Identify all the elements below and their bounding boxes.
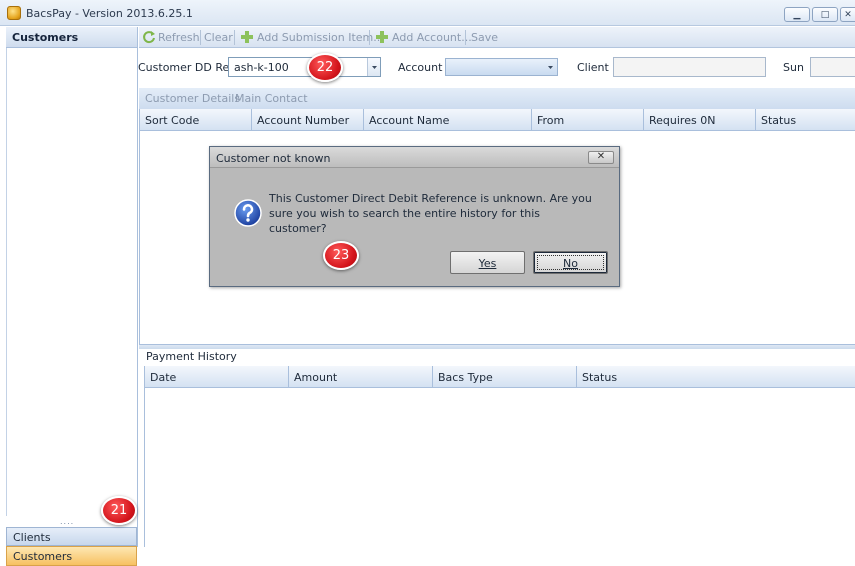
save-button[interactable]: Save (471, 31, 498, 44)
close-icon: ✕ (844, 9, 852, 20)
maximize-icon: □ (820, 9, 830, 20)
yes-button-label: Yes (478, 257, 497, 270)
column-header-status[interactable]: Status (577, 366, 855, 388)
add-submission-button[interactable]: Add Submission Item... (257, 31, 384, 44)
client-label: Client (577, 61, 609, 74)
dd-ref-dropdown-button[interactable] (367, 58, 380, 76)
yes-button[interactable]: Yes (450, 251, 525, 274)
maximize-button[interactable]: □ (812, 7, 838, 22)
callout-23: 23 (323, 241, 359, 270)
account-dropdown-button[interactable] (544, 59, 557, 75)
column-header-bacs-type[interactable]: Bacs Type (433, 366, 577, 388)
column-header-sort-code[interactable]: Sort Code (140, 109, 252, 131)
add-submission-icon (241, 31, 253, 43)
tab-main-contact[interactable]: Main Contact (235, 92, 308, 105)
refresh-icon (143, 31, 155, 44)
tab-customer-details[interactable]: Customer Details (145, 92, 240, 105)
toolbar-separator (369, 30, 370, 45)
payment-history-header (139, 349, 855, 365)
sidebar: Customers .... Clients Customers (0, 27, 138, 566)
dialog-title-bar: Customer not known ✕ (210, 147, 619, 168)
dialog-title: Customer not known (216, 152, 331, 165)
callout-22: 22 (307, 53, 343, 82)
payment-history-title: Payment History (146, 350, 237, 363)
question-icon (234, 199, 262, 227)
minimize-button[interactable]: ▁ (784, 7, 810, 22)
customer-not-known-dialog: Customer not known ✕ This Customer Direc… (209, 146, 620, 287)
column-header-label: Sort Code (145, 114, 200, 127)
column-header-amount[interactable]: Amount (289, 366, 433, 388)
column-header-label: Account Name (369, 114, 450, 127)
account-label: Account (398, 61, 443, 74)
toolbar: Refresh Clear Add Submission Item... Add… (139, 27, 855, 48)
nav-clients-label: Clients (13, 531, 51, 544)
customer-list[interactable] (6, 48, 137, 516)
callout-21: 21 (101, 496, 137, 525)
column-header-label: Date (150, 371, 177, 384)
column-header-requires-0n[interactable]: Requires 0N (644, 109, 756, 131)
toolbar-separator (465, 30, 466, 45)
splitter-grip[interactable]: .... (60, 517, 74, 526)
column-header-status[interactable]: Status (756, 109, 855, 131)
column-header-date[interactable]: Date (145, 366, 289, 388)
callout-number: 21 (110, 503, 128, 518)
sun-input[interactable] (810, 57, 855, 77)
column-header-account-name[interactable]: Account Name (364, 109, 532, 131)
toolbar-separator (234, 30, 235, 45)
client-input[interactable] (613, 57, 766, 77)
app-icon (7, 6, 21, 20)
toolbar-separator (200, 30, 201, 45)
window-title: BacsPay - Version 2013.6.25.1 (26, 7, 193, 20)
no-button[interactable]: No (533, 251, 608, 274)
column-header-label: Amount (294, 371, 338, 384)
column-header-label: Status (582, 371, 618, 384)
account-select[interactable] (445, 58, 558, 76)
callout-number: 22 (316, 60, 334, 75)
sidebar-title: Customers (12, 31, 79, 44)
sun-label: Sun (783, 61, 804, 74)
column-header-label: Status (761, 114, 797, 127)
refresh-button[interactable]: Refresh (158, 31, 200, 44)
payment-history-grid[interactable]: Date Amount Bacs Type Status (144, 366, 855, 547)
column-header-label: Bacs Type (438, 371, 493, 384)
column-header-account-number[interactable]: Account Number (252, 109, 364, 131)
column-header-from[interactable]: From (532, 109, 644, 131)
column-header-label: Account Number (257, 114, 350, 127)
no-button-label: No (563, 257, 578, 270)
sidebar-header: Customers (6, 27, 137, 48)
column-header-label: Requires 0N (649, 114, 716, 127)
dd-ref-label: Customer DD Ref (138, 61, 234, 74)
title-bar: BacsPay - Version 2013.6.25.1 ▁ □ ✕ (0, 0, 855, 26)
nav-clients[interactable]: Clients (6, 527, 137, 546)
clear-button[interactable]: Clear (204, 31, 233, 44)
add-account-button[interactable]: Add Account... (392, 31, 472, 44)
nav-customers[interactable]: Customers (6, 546, 137, 566)
column-header-label: From (537, 114, 565, 127)
nav-customers-label: Customers (13, 550, 73, 563)
callout-number: 23 (332, 248, 350, 263)
dialog-message: This Customer Direct Debit Reference is … (269, 192, 592, 235)
chevron-down-icon (372, 66, 377, 69)
add-account-icon (376, 31, 388, 43)
chevron-down-icon (548, 66, 553, 69)
dd-ref-value: ash-k-100 (234, 61, 289, 74)
dd-ref-input[interactable]: ash-k-100 (228, 57, 381, 77)
detail-tabs: Customer Details Main Contact (139, 88, 855, 109)
close-button[interactable]: ✕ (840, 7, 855, 22)
close-icon: ✕ (596, 151, 606, 162)
minimize-icon: ▁ (793, 9, 801, 20)
dialog-close-button[interactable]: ✕ (588, 151, 614, 164)
